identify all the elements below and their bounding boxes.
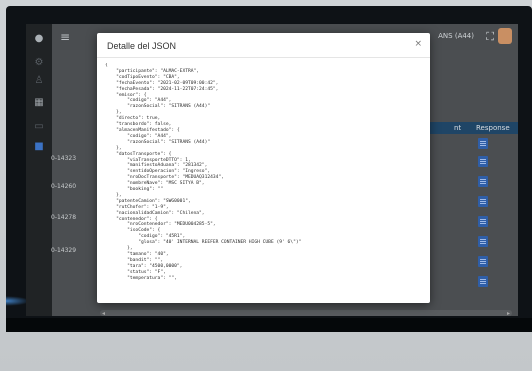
json-content: { "participante": "ALMAC-EXTRA", "codTip…: [105, 63, 302, 281]
response-document-icon[interactable]: [478, 276, 488, 287]
close-icon[interactable]: ×: [414, 39, 422, 49]
response-document-icon[interactable]: [478, 216, 488, 227]
user-label: ANS (A44): [438, 32, 474, 40]
settings-icon[interactable]: ⚙: [33, 56, 45, 68]
avatar[interactable]: [498, 28, 512, 44]
grid-icon[interactable]: ▦: [33, 96, 45, 108]
response-document-icon[interactable]: [478, 138, 488, 149]
response-document-icon[interactable]: [478, 236, 488, 247]
scroll-left-icon[interactable]: ◂: [102, 310, 105, 316]
monitor-bottom-bezel: [6, 318, 532, 332]
sidebar: ● ⚙ ♙ ▦ ▭ ■: [26, 24, 52, 316]
response-document-icon[interactable]: [478, 176, 488, 187]
row-id: 0-14323: [51, 155, 77, 162]
folder-icon[interactable]: ■: [33, 140, 45, 152]
column-header-nt: nt: [454, 124, 462, 132]
column-header-response: Response: [476, 124, 510, 132]
logo-icon[interactable]: ●: [33, 32, 45, 44]
fullscreen-icon[interactable]: ⛶: [486, 30, 494, 44]
response-document-icon[interactable]: [478, 196, 488, 207]
scroll-right-icon[interactable]: ▸: [507, 310, 510, 316]
user-icon[interactable]: ♙: [33, 74, 45, 86]
modal-divider: [97, 57, 430, 58]
response-document-icon[interactable]: [478, 156, 488, 167]
monitor-icon[interactable]: ▭: [33, 120, 45, 132]
menu-icon[interactable]: ≡: [60, 30, 70, 44]
modal-title: Detalle del JSON: [107, 41, 177, 51]
row-id: 0-14278: [51, 214, 77, 221]
row-id: 0-14329: [51, 247, 77, 254]
row-id: 0-14260: [51, 183, 77, 190]
json-detail-modal: Detalle del JSON × { "participante": "AL…: [97, 33, 430, 303]
horizontal-scrollbar[interactable]: ◂ ▸: [100, 310, 512, 316]
response-document-icon[interactable]: [478, 256, 488, 267]
